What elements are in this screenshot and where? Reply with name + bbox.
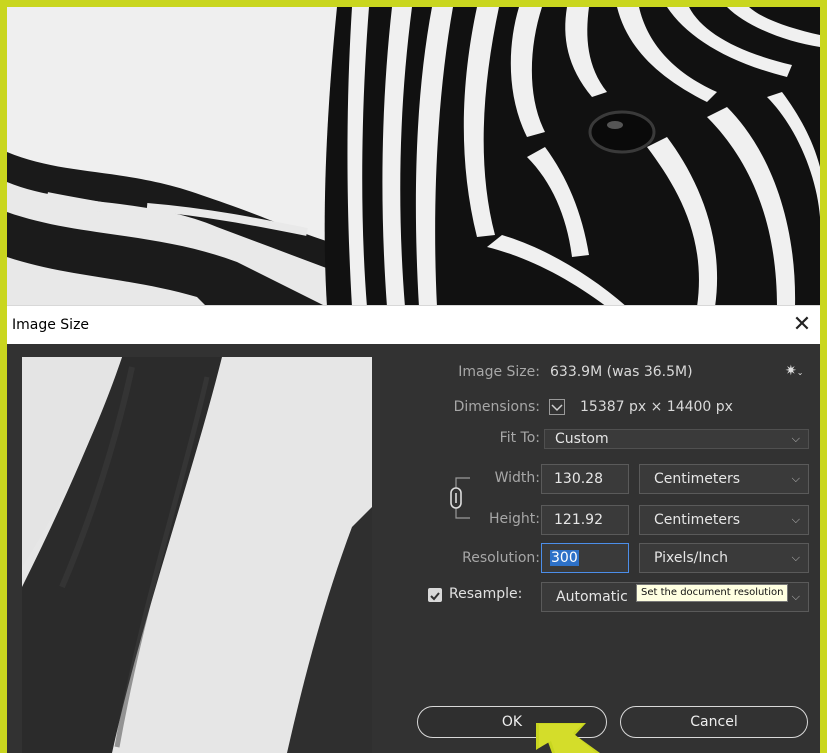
highlight-border: [0, 0, 827, 753]
screenshot-frame: Image Size ✕ Image Size: 633.9M (was 36.…: [0, 0, 827, 753]
